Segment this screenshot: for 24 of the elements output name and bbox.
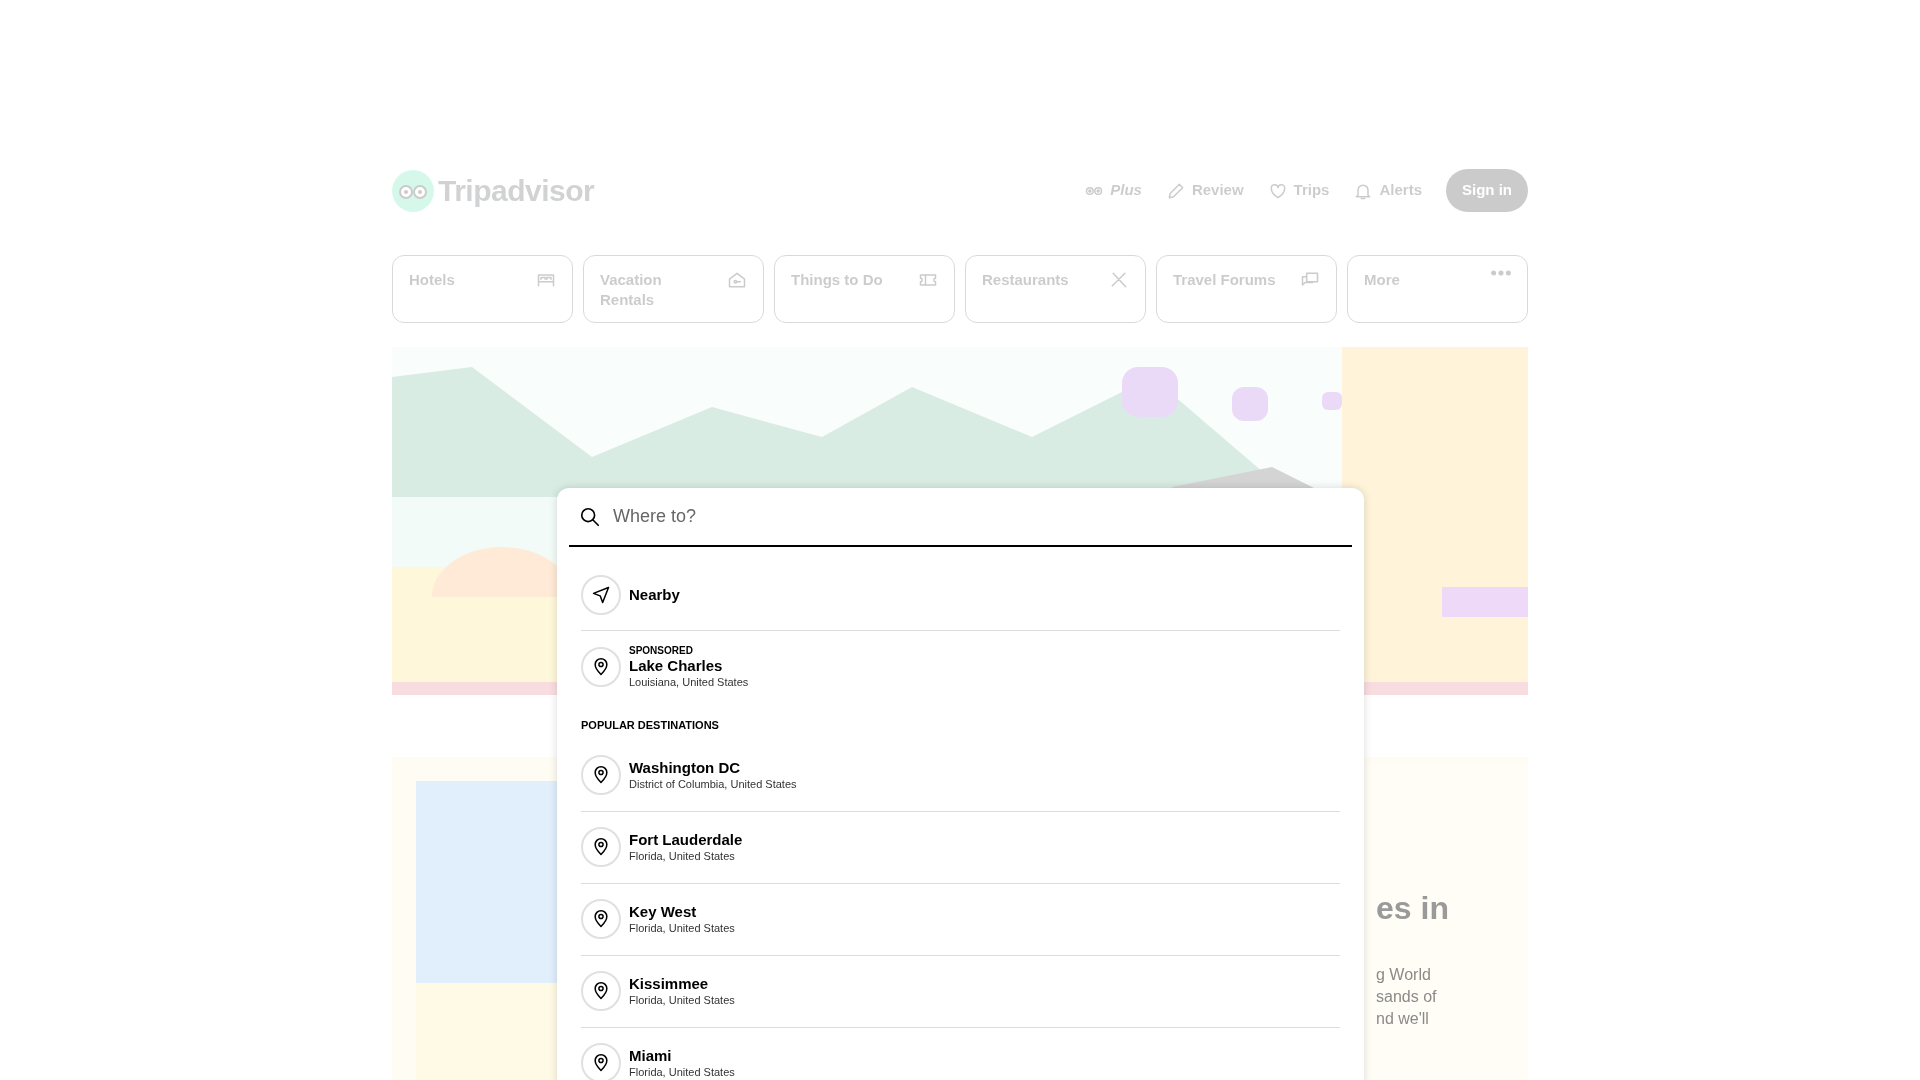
house-icon	[727, 270, 747, 290]
heading-text: es in	[1376, 889, 1449, 928]
destination-option[interactable]: Washington DC District of Columbia, United States	[581, 739, 1340, 812]
destination-option[interactable]: Key West Florida, United States	[581, 883, 1340, 956]
owl-logo-icon	[392, 169, 434, 212]
destination-option[interactable]: Fort Lauderdale Florida, United States	[581, 811, 1340, 884]
location-pin-icon	[591, 657, 611, 677]
sponsored-label: SPONSORED	[629, 645, 694, 657]
nearby-option[interactable]: Nearby	[581, 559, 1340, 631]
destination-option[interactable]: Kissimmee Florida, United States	[581, 955, 1340, 1028]
navigation-arrow-icon	[591, 584, 611, 605]
destination-option[interactable]: Miami Florida, United States	[581, 1027, 1340, 1080]
description-text: sands of	[1376, 987, 1437, 1007]
destination-option[interactable]: SPONSORED Lake Charles Louisiana, United States	[581, 631, 1340, 703]
description-text: nd we'll	[1376, 1009, 1430, 1029]
location-pin-icon	[591, 981, 611, 1001]
description-text: g World	[1376, 965, 1432, 985]
location-pin-icon	[591, 909, 611, 929]
dots-icon	[1491, 270, 1511, 276]
location-pin-icon	[591, 837, 611, 857]
location-pin-icon	[591, 765, 611, 785]
location-pin-icon	[591, 1053, 611, 1073]
search-icon	[579, 505, 601, 528]
section-title: POPULAR DESTINATIONS	[581, 718, 720, 733]
